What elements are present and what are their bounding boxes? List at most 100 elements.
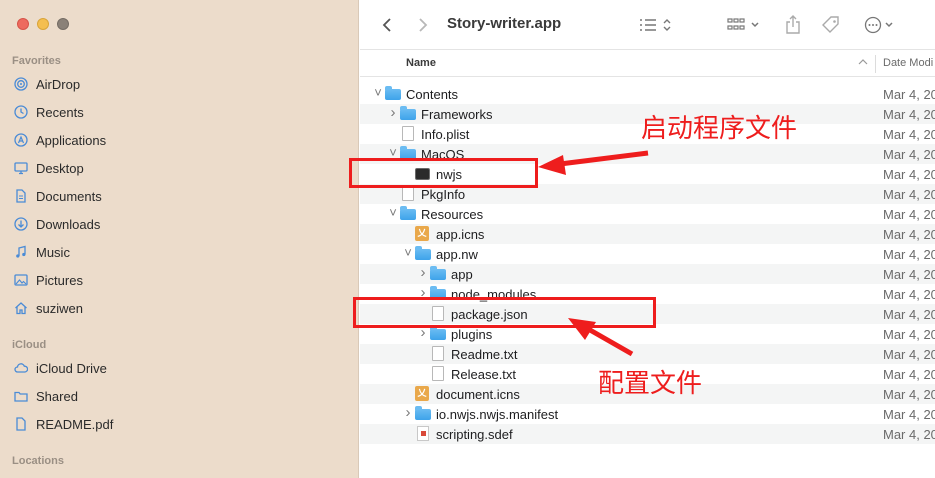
sidebar-item-recents[interactable]: Recents (14, 101, 344, 123)
document-icon (432, 346, 444, 361)
folder-icon (415, 246, 431, 260)
sidebar-item-home[interactable]: suziwen (14, 297, 344, 319)
sidebar-item-label: Shared (36, 388, 78, 404)
file-date-modified: Mar 4, 20 (883, 87, 935, 102)
file-row[interactable]: ˅ Resources Mar 4, 20 (360, 204, 935, 224)
list-view-icon (640, 19, 671, 31)
sidebar-item-label: README.pdf (36, 416, 114, 432)
sidebar-item-readme[interactable]: README.pdf (14, 413, 344, 435)
view-options-button[interactable] (636, 13, 676, 37)
folder-icon (430, 326, 446, 340)
file-date-modified: Mar 4, 20 (883, 367, 935, 382)
sidebar-item-label: Desktop (36, 160, 84, 176)
file-name: io.nwjs.nwjs.manifest (436, 407, 559, 422)
file-name: app.icns (436, 227, 485, 242)
sidebar-item-label: Pictures (36, 272, 83, 288)
annotation-box-launcher (349, 158, 538, 188)
file-row[interactable]: ˅ Contents Mar 4, 20 (360, 84, 935, 104)
desktop-icon (14, 161, 28, 175)
sidebar-item-desktop[interactable]: Desktop (14, 157, 344, 179)
document-icon (14, 417, 28, 431)
column-name-header[interactable]: Name (406, 57, 436, 69)
sidebar-item-shared[interactable]: Shared (14, 385, 344, 407)
file-date-modified: Mar 4, 20 (883, 427, 935, 442)
icns-file-icon: 乂 (415, 386, 429, 401)
sidebar-item-label: Recents (36, 104, 84, 120)
file-date-modified: Mar 4, 20 (883, 307, 935, 322)
sidebar-item-documents[interactable]: Documents (14, 185, 344, 207)
disclosure-expanded-icon[interactable]: ˅ (373, 85, 383, 100)
file-row[interactable]: 乂 app.icns Mar 4, 20 (360, 224, 935, 244)
applications-icon (14, 133, 28, 147)
file-date-modified: Mar 4, 20 (883, 267, 935, 282)
home-icon (14, 301, 28, 315)
file-date-modified: Mar 4, 20 (883, 147, 935, 162)
document-icon (402, 126, 414, 141)
file-date-modified: Mar 4, 20 (883, 227, 935, 242)
clock-icon (14, 105, 28, 119)
sidebar: Favorites AirDrop Recents Applications D… (0, 0, 359, 478)
annotation-label-launcher: 启动程序文件 (641, 114, 798, 144)
disclosure-collapsed-icon[interactable]: › (403, 404, 413, 421)
sidebar-section-favorites: Favorites (12, 55, 61, 67)
more-actions-button[interactable] (862, 13, 898, 37)
sort-ascending-icon[interactable] (857, 57, 869, 67)
sidebar-item-label: Documents (36, 188, 102, 204)
icns-file-icon: 乂 (415, 226, 429, 241)
sidebar-item-pictures[interactable]: Pictures (14, 269, 344, 291)
shared-folder-icon (14, 389, 28, 403)
file-date-modified: Mar 4, 20 (883, 387, 935, 402)
disclosure-expanded-icon[interactable]: ˅ (388, 205, 398, 220)
document-icon (14, 189, 28, 203)
file-date-modified: Mar 4, 20 (883, 247, 935, 262)
disclosure-expanded-icon[interactable]: ˅ (403, 245, 413, 260)
disclosure-collapsed-icon[interactable]: › (418, 264, 428, 281)
group-button[interactable] (725, 13, 765, 37)
column-header: Name Date Modi (360, 51, 935, 77)
close-window-button[interactable] (17, 18, 29, 30)
sidebar-section-locations: Locations (12, 455, 64, 467)
sidebar-item-downloads[interactable]: Downloads (14, 213, 344, 235)
file-row[interactable]: › app Mar 4, 20 (360, 264, 935, 284)
toolbar: Story-writer.app (360, 0, 935, 50)
file-row[interactable]: › io.nwjs.nwjs.manifest Mar 4, 20 (360, 404, 935, 424)
music-icon (14, 245, 28, 259)
tags-button[interactable] (820, 13, 842, 37)
minimize-window-button[interactable] (37, 18, 49, 30)
forward-button[interactable] (414, 13, 432, 37)
sidebar-item-label: Downloads (36, 216, 101, 232)
column-divider[interactable] (875, 55, 876, 73)
disclosure-collapsed-icon[interactable]: › (388, 104, 398, 121)
sidebar-item-label: iCloud Drive (36, 360, 107, 376)
sidebar-item-music[interactable]: Music (14, 241, 344, 263)
file-name: app.nw (436, 247, 478, 262)
zoom-window-button[interactable] (57, 18, 69, 30)
sidebar-section-icloud: iCloud (12, 339, 47, 351)
file-date-modified: Mar 4, 20 (883, 347, 935, 362)
annotation-label-config: 配置文件 (598, 369, 703, 399)
folder-icon (430, 266, 446, 280)
sidebar-item-icloud-drive[interactable]: iCloud Drive (14, 357, 344, 379)
airdrop-icon (14, 77, 28, 91)
cloud-icon (14, 361, 28, 375)
sidebar-item-applications[interactable]: Applications (14, 129, 344, 151)
sidebar-item-label: AirDrop (36, 76, 81, 92)
file-row[interactable]: scripting.sdef Mar 4, 20 (360, 424, 935, 444)
sidebar-item-label: Applications (36, 132, 107, 148)
sidebar-item-airdrop[interactable]: AirDrop (14, 73, 344, 95)
back-button[interactable] (378, 13, 396, 37)
share-button[interactable] (783, 13, 803, 37)
file-name: Resources (421, 207, 484, 222)
file-name: scripting.sdef (436, 427, 513, 442)
file-row[interactable]: Readme.txt Mar 4, 20 (360, 344, 935, 364)
file-row[interactable]: ˅ app.nw Mar 4, 20 (360, 244, 935, 264)
file-name: app (451, 267, 473, 282)
sidebar-item-label: suziwen (36, 300, 83, 316)
sidebar-item-label: Music (36, 244, 70, 260)
grid-group-icon (727, 18, 759, 30)
chevron-right-icon (419, 18, 428, 32)
file-date-modified: Mar 4, 20 (883, 287, 935, 302)
ellipsis-circle-icon (864, 16, 893, 34)
file-name: document.icns (436, 387, 520, 402)
column-date-header[interactable]: Date Modi (883, 57, 933, 69)
